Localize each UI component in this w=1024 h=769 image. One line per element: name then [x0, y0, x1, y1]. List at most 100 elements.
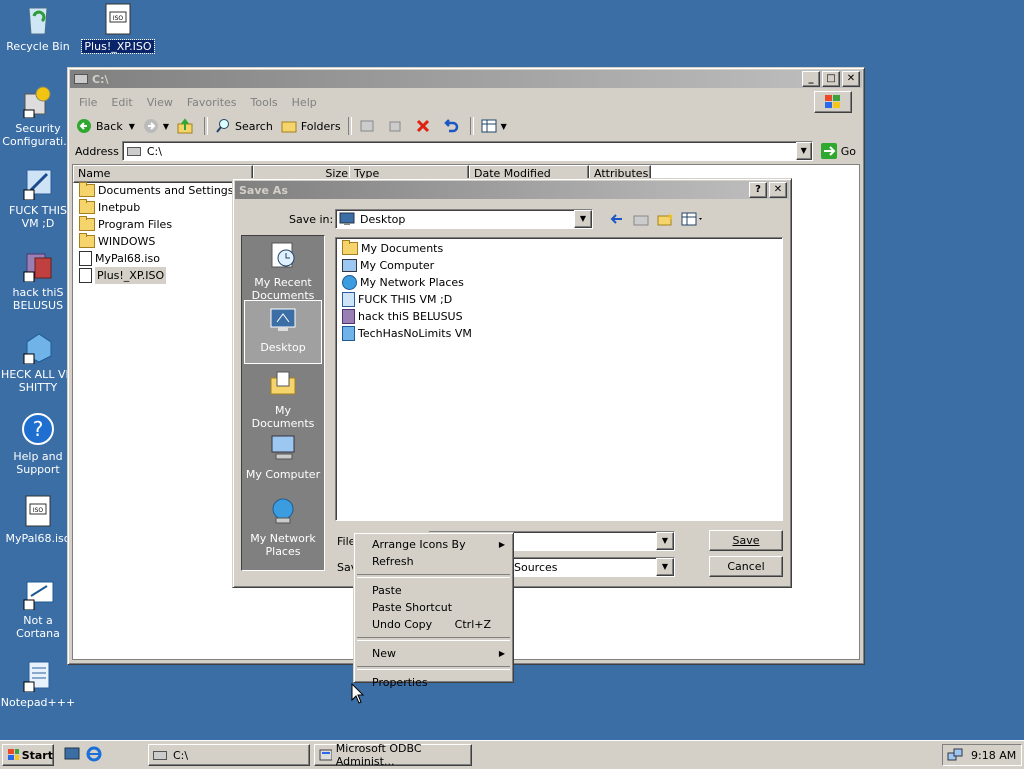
place-my-network-places[interactable]: My Network Places	[242, 492, 324, 558]
place-my-recent-documents[interactable]: My Recent Documents	[242, 236, 324, 302]
menu-item-properties[interactable]: Properties	[356, 674, 511, 691]
address-dropdown-button[interactable]: ▼	[795, 142, 812, 160]
undo-button[interactable]	[439, 115, 467, 137]
list-item[interactable]: My Computer	[338, 257, 782, 274]
explorer-titlebar[interactable]: C:\ _ □ ✕	[70, 70, 862, 88]
address-value: C:\	[146, 144, 162, 158]
chevron-down-icon[interactable]: ▼	[656, 532, 674, 550]
list-item[interactable]: Program Files	[75, 216, 245, 233]
forward-arrow-icon	[143, 119, 158, 133]
menu-separator	[357, 637, 510, 641]
menu-view[interactable]: View	[140, 96, 180, 109]
cancel-button[interactable]: Cancel	[709, 556, 783, 577]
iso-file-icon: ISO	[21, 494, 55, 528]
my-documents-icon	[270, 371, 296, 395]
save-as-type-value: Sources	[514, 560, 558, 574]
menu-item-arrange-icons-by[interactable]: Arrange Icons By ▶	[356, 536, 511, 553]
move-to-icon	[360, 120, 374, 132]
show-desktop-icon[interactable]	[64, 746, 80, 762]
list-item[interactable]: Documents and Settings	[75, 182, 245, 199]
desktop-icon-notepad[interactable]: Notepad+++	[0, 658, 76, 709]
list-item[interactable]: Plus!_XP.ISO	[75, 267, 245, 284]
menu-item-new[interactable]: New ▶	[356, 645, 511, 662]
desktop-icon-mypal-iso[interactable]: ISO MyPal68.iso	[0, 494, 76, 545]
menu-favorites[interactable]: Favorites	[180, 96, 244, 109]
desktop-icon-security-config[interactable]: Security Configurati...	[0, 84, 76, 148]
menu-item-paste-shortcut[interactable]: Paste Shortcut	[356, 599, 511, 616]
views-button[interactable]: ▼	[477, 115, 511, 137]
menu-file[interactable]: File	[72, 96, 104, 109]
list-item[interactable]: WINDOWS	[75, 233, 245, 250]
copy-to-button[interactable]	[383, 115, 411, 137]
up-folder-button[interactable]	[173, 115, 201, 137]
back-button[interactable]: Back ▼	[72, 115, 139, 137]
column-header-name[interactable]: Name	[73, 165, 253, 183]
drive-icon	[74, 74, 88, 84]
list-item[interactable]: FUCK THIS VM ;D	[338, 291, 782, 308]
menu-help[interactable]: Help	[285, 96, 324, 109]
start-button[interactable]: Start	[2, 744, 54, 766]
address-field[interactable]: C:\ ▼	[121, 141, 813, 161]
forward-button[interactable]: ▼	[139, 115, 173, 137]
desktop-icon-label: HECK ALL VM SHITTY	[1, 368, 75, 394]
desktop-icon-recycle-bin[interactable]: Recycle Bin	[0, 2, 76, 53]
close-button[interactable]: ✕	[769, 182, 787, 198]
maximize-button[interactable]: □	[822, 71, 840, 87]
place-desktop[interactable]: Desktop	[244, 300, 322, 364]
move-to-button[interactable]	[355, 115, 383, 137]
place-my-documents[interactable]: My Documents	[242, 364, 324, 430]
up-folder-icon[interactable]	[633, 211, 649, 227]
menu-item-undo-copy[interactable]: Undo Copy Ctrl+Z	[356, 616, 511, 633]
clock[interactable]: 9:18 AM	[971, 749, 1016, 762]
chevron-down-icon[interactable]: ▼	[163, 122, 169, 131]
taskbar-task-odbc[interactable]: Microsoft ODBC Administ...	[314, 742, 472, 768]
list-item[interactable]: Inetpub	[75, 199, 245, 216]
desktop-icon-label: Plus!_XP.ISO	[81, 39, 155, 54]
list-item[interactable]: TechHasNoLimits VM	[338, 325, 782, 342]
list-item[interactable]: MyPal68.iso	[75, 250, 245, 267]
desktop-icon-label: FUCK THIS VM ;D	[9, 204, 67, 230]
chevron-down-icon[interactable]: ▼	[656, 558, 674, 576]
menu-tools[interactable]: Tools	[244, 96, 285, 109]
help-button[interactable]: ?	[749, 182, 767, 198]
chevron-down-icon[interactable]: ▼	[129, 122, 135, 131]
menu-edit[interactable]: Edit	[104, 96, 139, 109]
new-folder-icon[interactable]	[657, 211, 673, 227]
list-item[interactable]: My Documents	[338, 240, 782, 257]
minimize-button[interactable]: _	[802, 71, 820, 87]
save-as-titlebar[interactable]: Save As ? ✕	[235, 181, 789, 199]
desktop-icon-help-support[interactable]: ? Help and Support	[0, 412, 76, 476]
list-item[interactable]: My Network Places	[338, 274, 782, 291]
desktop-icon-fuck-this-vm[interactable]: FUCK THIS VM ;D	[0, 166, 76, 230]
menu-item-paste[interactable]: Paste	[356, 582, 511, 599]
desktop-icon-hack-this-belusus[interactable]: hack thiS BELUSUS	[0, 248, 76, 312]
list-item[interactable]: hack thiS BELUSUS	[338, 308, 782, 325]
shortcut-icon	[21, 248, 55, 283]
menu-separator	[357, 574, 510, 578]
save-in-dropdown[interactable]: Desktop ▼	[335, 209, 593, 229]
close-button[interactable]: ✕	[842, 71, 860, 87]
view-menu-icon[interactable]	[681, 211, 705, 227]
system-tray: 9:18 AM	[942, 744, 1022, 766]
desktop-icon-plus-xp-iso[interactable]: ISO Plus!_XP.ISO	[80, 2, 156, 54]
chevron-down-icon[interactable]: ▼	[574, 210, 592, 228]
menu-item-refresh[interactable]: Refresh	[356, 553, 511, 570]
back-arrow-icon[interactable]	[609, 211, 625, 227]
search-button[interactable]: Search	[211, 115, 277, 137]
internet-explorer-icon[interactable]	[86, 746, 102, 762]
network-tray-icon[interactable]	[947, 747, 963, 763]
svg-text:ISO: ISO	[33, 507, 44, 514]
place-my-computer[interactable]: My Computer	[242, 428, 324, 492]
file-rows: Documents and Settings Inetpub Program F…	[75, 182, 245, 284]
desktop-icon-heck-all-vm[interactable]: HECK ALL VM SHITTY	[0, 330, 76, 394]
save-button[interactable]: Save	[709, 530, 783, 551]
chevron-down-icon[interactable]: ▼	[501, 122, 507, 131]
go-button[interactable]: Go	[817, 140, 860, 162]
mouse-cursor-icon	[351, 683, 365, 704]
my-documents-icon	[342, 240, 358, 255]
taskbar-task-explorer[interactable]: C:\	[148, 744, 310, 766]
delete-button[interactable]	[411, 115, 439, 137]
shortcut-icon	[342, 309, 355, 324]
desktop-icon-not-a-cortana[interactable]: Not a Cortana	[0, 576, 76, 640]
folders-button[interactable]: Folders	[277, 115, 345, 137]
